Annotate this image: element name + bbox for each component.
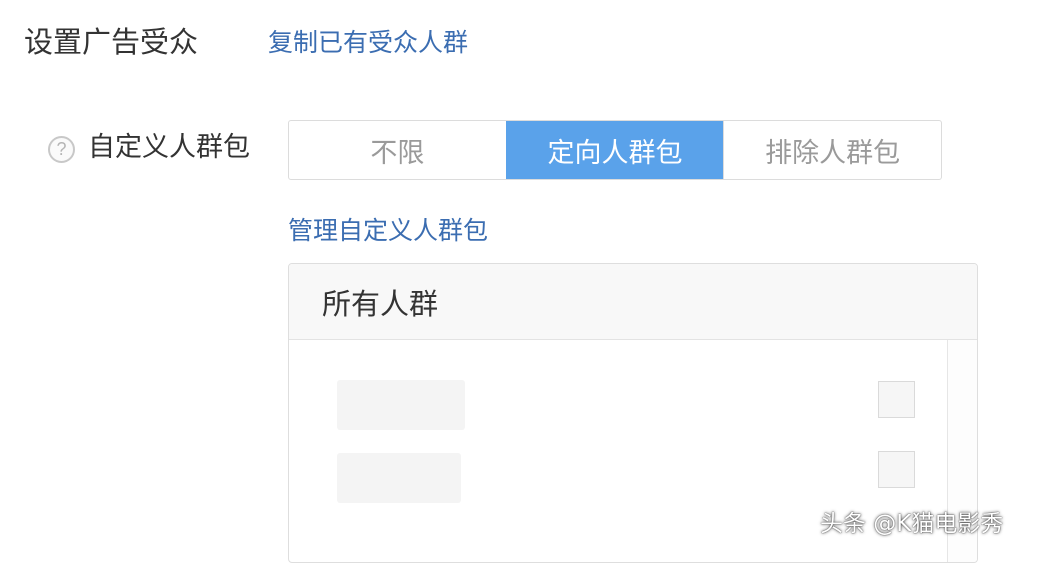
audience-segmented-control: 不限 定向人群包 排除人群包	[288, 120, 942, 180]
option-unlimited-button[interactable]: 不限	[289, 121, 506, 179]
list-item-placeholder	[337, 453, 461, 503]
list-item-checkbox[interactable]	[878, 451, 915, 488]
section-title: 设置广告受众	[24, 25, 199, 59]
manage-custom-audience-link[interactable]: 管理自定义人群包	[288, 214, 488, 248]
watermark-text: 头条 @K猫电影秀	[820, 511, 1004, 537]
list-item-checkbox[interactable]	[878, 381, 915, 418]
list-item-placeholder	[337, 380, 465, 430]
help-icon[interactable]: ?	[48, 136, 75, 163]
copy-audience-link[interactable]: 复制已有受众人群	[268, 26, 468, 60]
option-exclude-audience-button[interactable]: 排除人群包	[723, 121, 941, 179]
panel-header: 所有人群	[289, 264, 977, 340]
option-target-audience-button[interactable]: 定向人群包	[505, 121, 724, 179]
custom-audience-label: 自定义人群包	[88, 132, 250, 163]
